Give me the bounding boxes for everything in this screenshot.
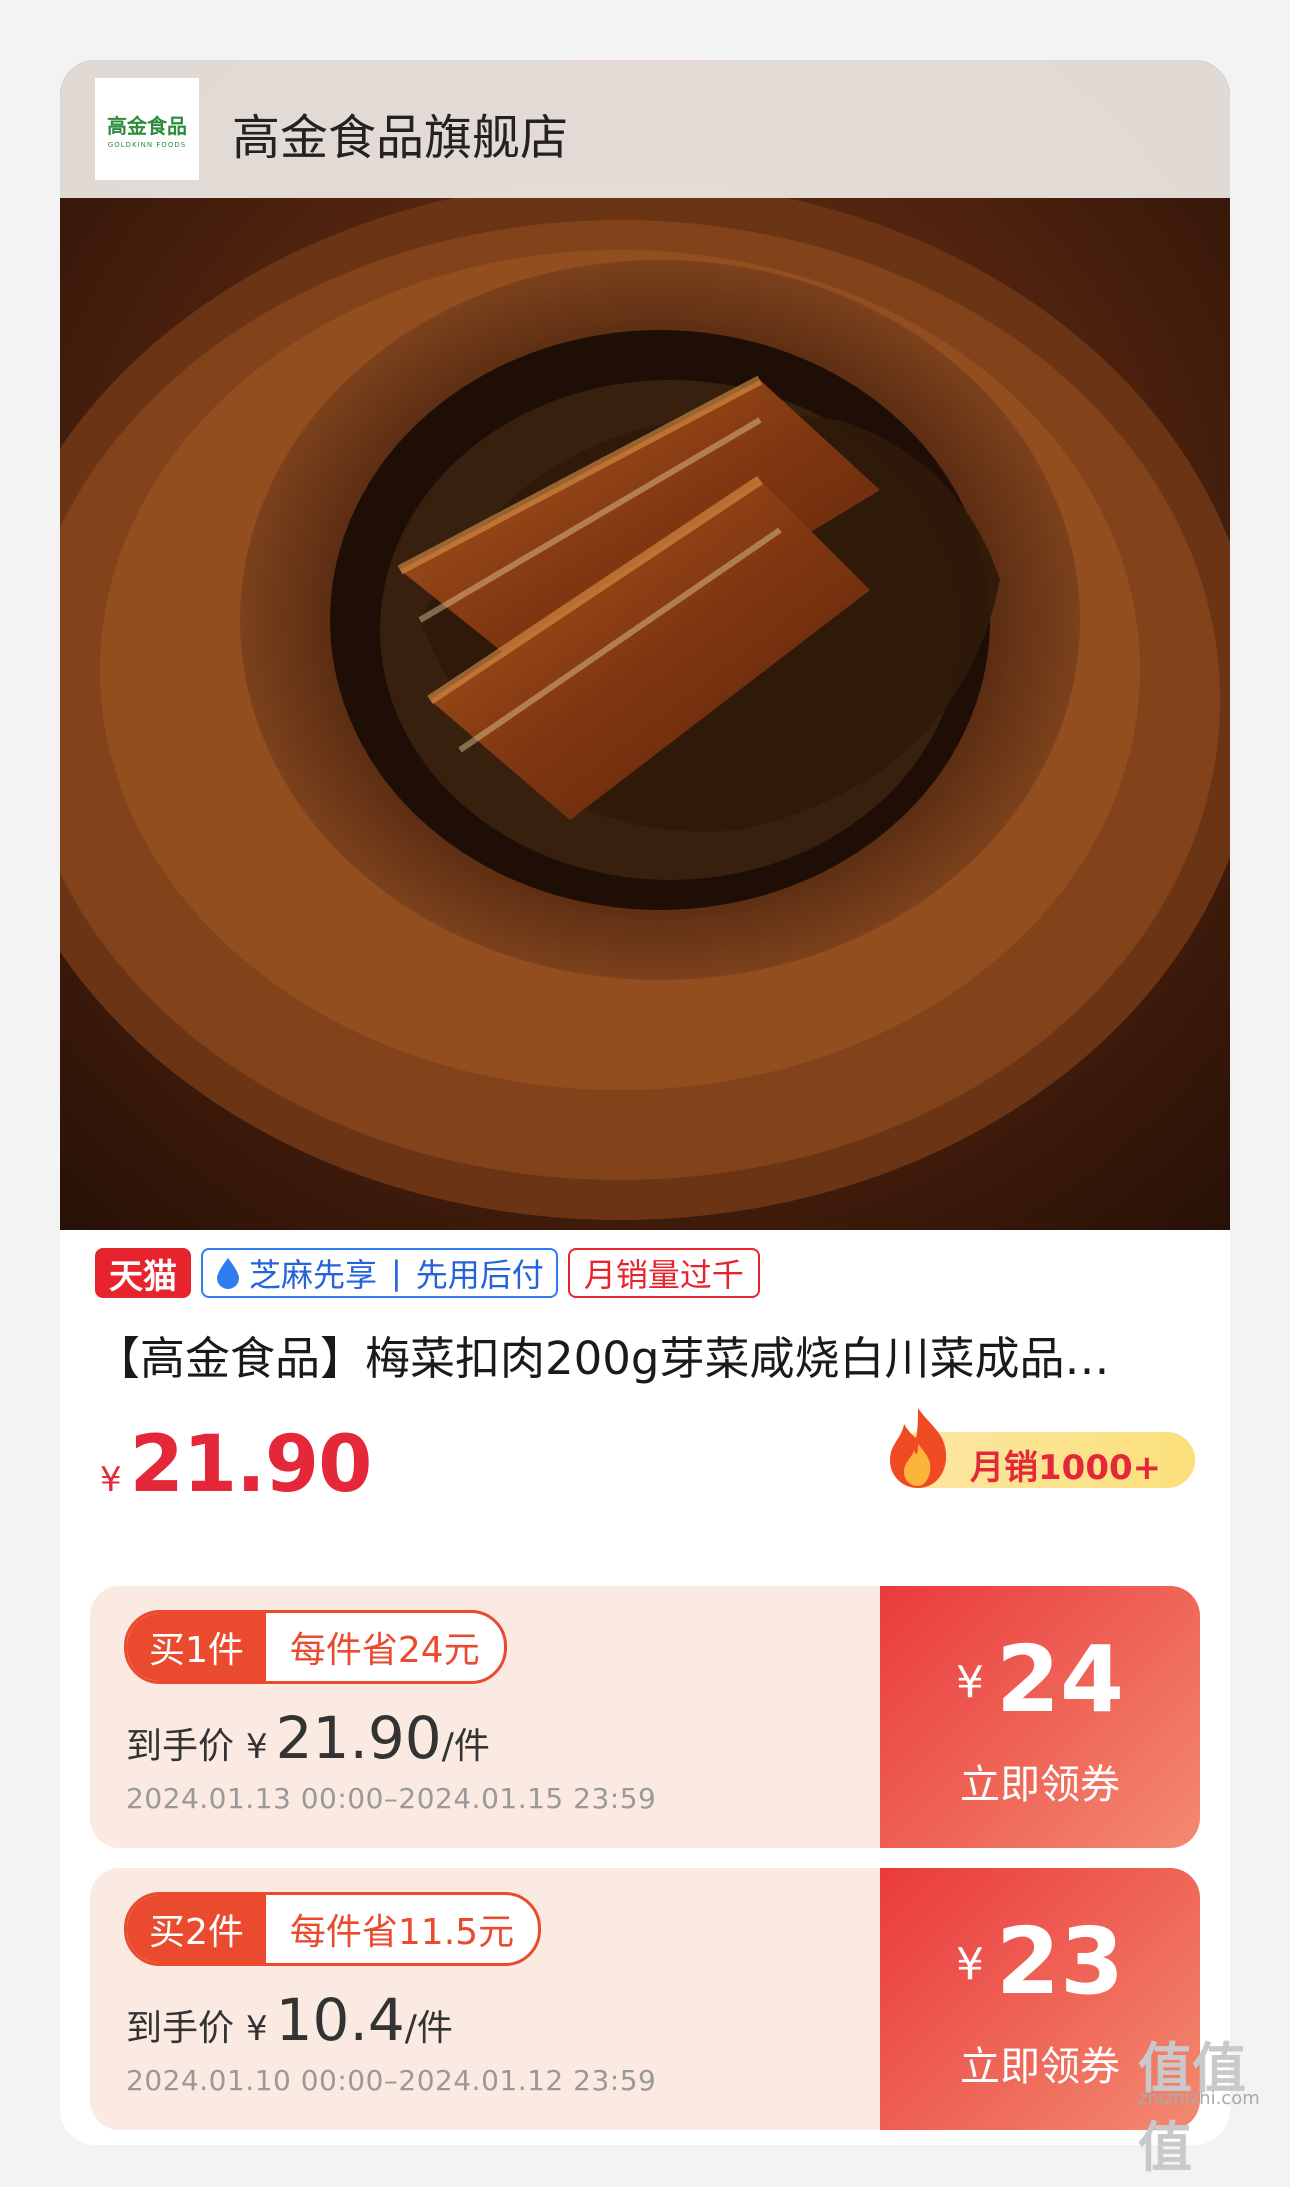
monthly-sales-badge: 月销1000+ [890,1408,1195,1488]
coupon-currency: ¥ [955,1939,984,1990]
pay-later-label: 先用后付 [415,1256,544,1294]
deal-currency: ¥ [246,2009,268,2049]
zhima-badge: 芝麻先享 | 先用后付 [201,1248,558,1298]
watermark-logo: 值值值 [1138,2037,1246,2179]
claim-coupon-button[interactable]: ¥24 立即领券 [880,1586,1200,1848]
coupon-card[interactable]: 买1件 每件省24元 到手价 ¥ 21.90 /件 2024.01.13 00:… [90,1586,1200,1848]
store-logo[interactable]: 高金食品 GOLDKINN FOODS [95,78,199,180]
coupon-period: 2024.01.10 00:00–2024.01.12 23:59 [126,2064,657,2097]
save-per-item: 每件省24元 [289,1630,480,1671]
buy-quantity: 买2件 [127,1895,266,1963]
deal-currency: ¥ [246,1727,268,1767]
product-card[interactable]: 高金食品 GOLDKINN FOODS 高金食品旗舰店 天猫 芝麻先享 | 先用… [60,60,1230,2145]
coupon-amount-value: 23 [995,1908,1125,2015]
coupon-card[interactable]: 买2件 每件省11.5元 到手价 ¥ 10.4 /件 2024.01.10 00… [90,1868,1200,2130]
claim-label: 立即领券 [960,1762,1120,1808]
drop-icon [217,1258,239,1289]
price-value: 21.90 [129,1420,373,1510]
store-logo-text: 高金食品 [107,113,187,138]
deal-price: 到手价 ¥ 21.90 /件 [126,1704,490,1772]
tmall-badge: 天猫 [95,1248,191,1298]
deal-label: 到手价 [126,2008,235,2049]
store-name[interactable]: 高金食品旗舰店 [232,98,568,168]
save-per-item: 每件省11.5元 [289,1912,515,1953]
deal-price: 到手价 ¥ 10.4 /件 [126,1986,453,2054]
product-image[interactable] [60,60,1230,1230]
coupon-info: 买1件 每件省24元 到手价 ¥ 21.90 /件 2024.01.13 00:… [90,1586,880,1848]
coupon-amount-value: 24 [995,1626,1125,1733]
product-title[interactable]: 【高金食品】梅菜扣肉200g芽菜咸烧白川菜成品… [95,1322,1205,1387]
fire-icon [890,1408,947,1488]
store-logo-sub: GOLDKINN FOODS [107,140,187,149]
coupon-amount: ¥24 [880,1626,1200,1733]
buy-pill: 买1件 每件省24元 [124,1610,507,1684]
coupon-currency: ¥ [955,1657,984,1708]
coupon-amount: ¥23 [880,1908,1200,2015]
deal-value: 10.4 [275,1986,405,2054]
zhima-divider: | [391,1254,402,1292]
deal-label: 到手价 [126,1726,235,1767]
coupon-period: 2024.01.13 00:00–2024.01.15 23:59 [126,1782,657,1815]
braised-pork-photo [60,60,1230,1230]
monthly-sales-text: 月销1000+ [970,1448,1162,1488]
deal-unit: /件 [441,1726,490,1767]
store-header[interactable]: 高金食品 GOLDKINN FOODS 高金食品旗舰店 [60,60,1230,198]
product-price: ¥ 21.90 [100,1420,373,1510]
buy-quantity: 买1件 [127,1613,266,1681]
site-watermark: 值值值 zhizhizhi.com [1138,2037,1260,2179]
buy-pill: 买2件 每件省11.5元 [124,1892,542,1966]
currency-symbol: ¥ [100,1460,122,1500]
zhima-label: 芝麻先享 [249,1256,378,1294]
badge-row: 天猫 芝麻先享 | 先用后付 月销量过千 [95,1248,760,1304]
coupon-info: 买2件 每件省11.5元 到手价 ¥ 10.4 /件 2024.01.10 00… [90,1868,880,2130]
deal-unit: /件 [404,2008,453,2049]
sales-badge: 月销量过千 [567,1248,760,1298]
deal-value: 21.90 [275,1704,442,1772]
